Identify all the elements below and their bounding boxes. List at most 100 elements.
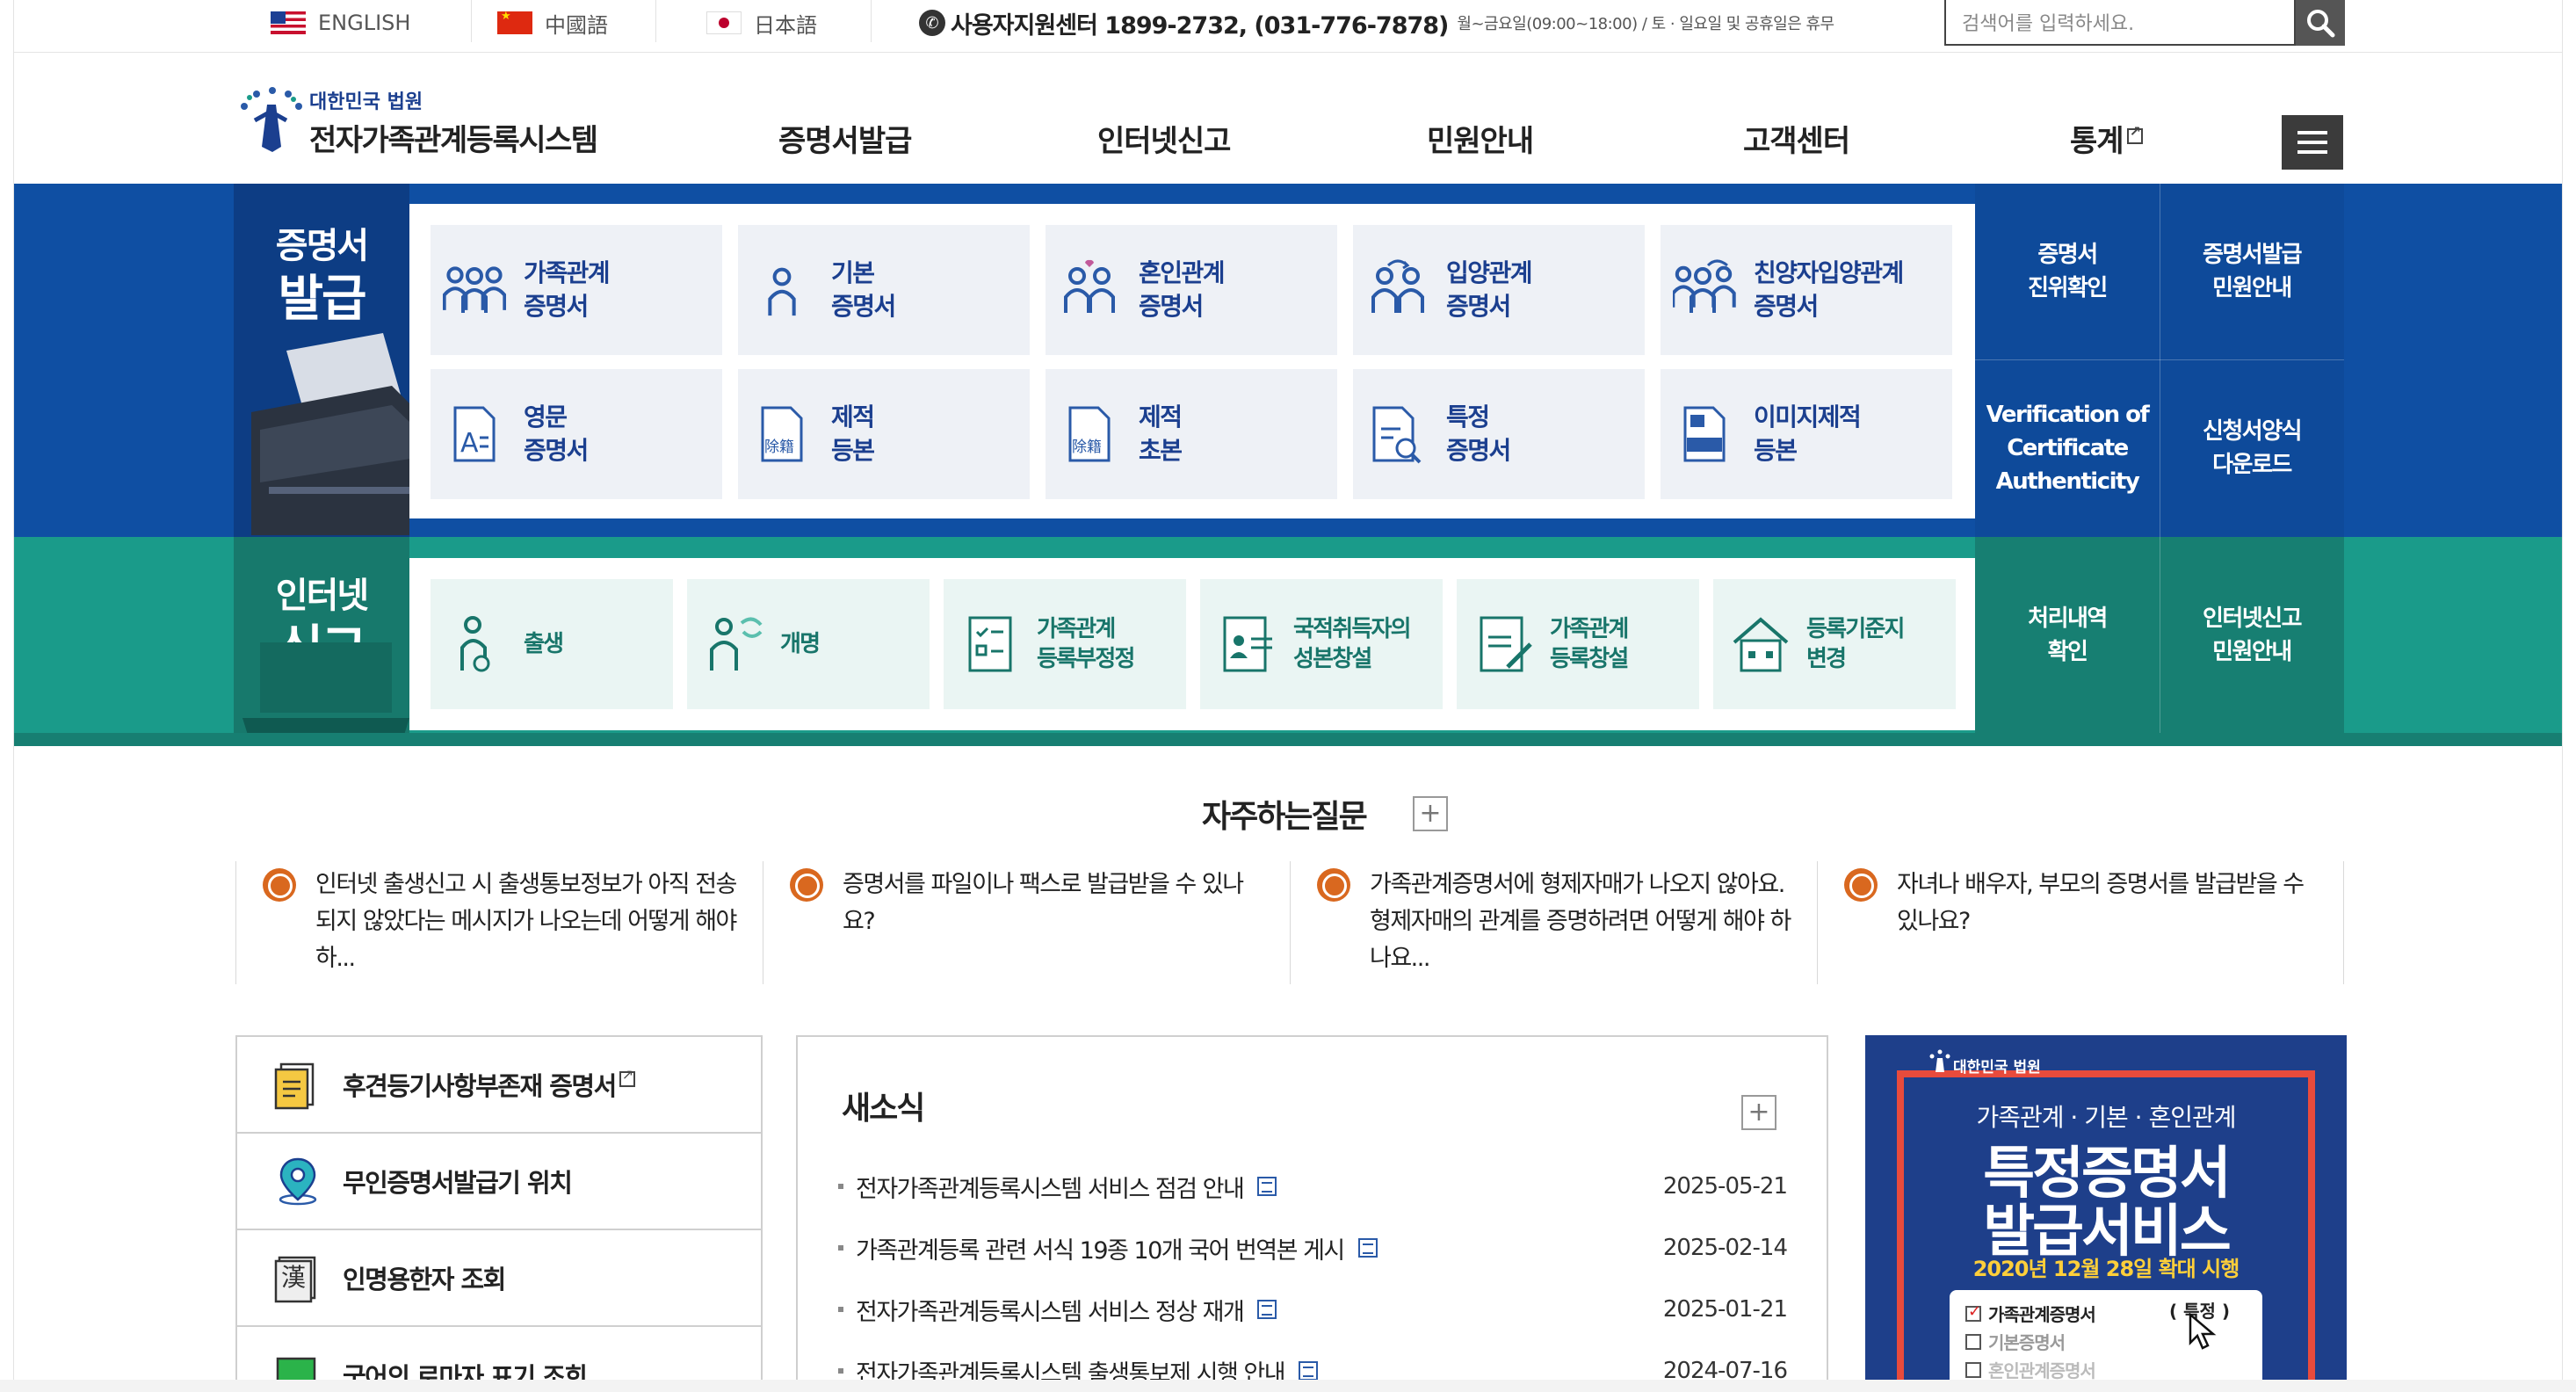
process-history-link[interactable]: 처리내역 확인 [1975, 537, 2160, 733]
quick-links: 후견등기사항부존재 증명서 무인증명서발급기 위치 漢 인명용한자 조회 국어의 [235, 1035, 763, 1380]
faq-question: 인터넷 출생신고 시 출생통보정보가 아직 전송되지 않았다는 메시지가 나오는… [315, 871, 737, 972]
news-item-date: 2025-01-21 [1662, 1296, 1788, 1323]
site-logo[interactable]: 대한민국 법원 전자가족관계등록시스템 [232, 85, 598, 159]
certificate-tile[interactable]: 특정 증명서 [1353, 369, 1645, 499]
news-item[interactable]: 가족관계등록 관련 서식 19종 10개 국어 번역본 게시 2025-02-1… [838, 1230, 1788, 1265]
news-item[interactable]: 전자가족관계등록시스템 서비스 점검 안내 2025-05-21 [838, 1169, 1788, 1204]
faq-more-button[interactable]: + [1413, 796, 1448, 831]
certificate-side-menu: 증명서 진위확인 증명서발급 민원안내 Verification of Cert… [1975, 184, 2344, 537]
location-pin-icon [279, 1157, 317, 1206]
certificate-civil-guide-link[interactable]: 증명서발급 민원안내 [2160, 184, 2344, 359]
certificate-tile-panel: 가족관계 증명서 기본 증명서 혼인관계 증명서 입양관계 증명서 친양자입양관계 증명… [409, 204, 1991, 518]
site-header: 대한민국 법원 전자가족관계등록시스템 증명서발급 인터넷신고 민원안내 고객센… [14, 54, 2562, 184]
quick-link-romanization[interactable]: 국어의 로마자 표기 조회 [237, 1327, 761, 1380]
cursor-icon [2189, 1313, 2217, 1350]
id-card-icon [1223, 616, 1272, 672]
faq-item[interactable]: 인터넷 출생신고 시 출생통보정보가 아직 전송되지 않았다는 메시지가 나오는… [235, 861, 763, 984]
faq-item[interactable]: 자녀나 배우자, 부모의 증명서를 발급받을 수 있나요? [1817, 861, 2344, 984]
lang-japanese[interactable]: 日本語 [706, 7, 817, 39]
banner-row: 가족관계증명서 [1965, 1301, 2096, 1326]
nav-customer-center[interactable]: 고객센터 [1743, 117, 1850, 160]
removed-register-icon: 除籍 [1068, 406, 1111, 462]
certificate-tile[interactable]: 입양관계 증명서 [1353, 225, 1645, 355]
nav-civil-guide[interactable]: 민원안내 [1427, 117, 1534, 160]
nav-internet-report[interactable]: 인터넷신고 [1097, 117, 1231, 160]
full-adoption-icon [1673, 259, 1736, 313]
certificate-tile[interactable]: 가족관계 증명서 [431, 225, 722, 355]
court-logo-icon [232, 85, 309, 159]
special-certificate-banner[interactable]: 대한민국 법원 가족관계 · 기본 · 혼인관계 특정증명서 발급서비스 202… [1865, 1035, 2347, 1380]
register-create-icon [1480, 616, 1532, 672]
search-input[interactable]: 검색어를 입력하세요. [1944, 0, 2296, 46]
news-item[interactable]: 전자가족관계등록시스템 서비스 정상 재개 2025-01-21 [838, 1292, 1788, 1327]
checklist-icon [968, 616, 1012, 672]
verification-english-link[interactable]: Verification of Certificate Authenticity [1975, 359, 2160, 537]
internet-report-tile[interactable]: 출생 [431, 579, 673, 709]
printer-icon [251, 333, 409, 535]
logo-title: 전자가족관계등록시스템 [309, 122, 598, 158]
quick-link-hanja-search[interactable]: 漢 인명용한자 조회 [237, 1230, 761, 1327]
internet-report-tile[interactable]: 가족관계 등록창설 [1457, 579, 1699, 709]
internet-report-section-label: 인터넷 신고 [234, 537, 409, 746]
faq-title: 자주하는질문 [1202, 799, 1368, 835]
page: ENGLISH 中國語 日本語 ✆ 사용자지원센터 1899-2732, (03… [13, 0, 2563, 1380]
nav-certificate-issue[interactable]: 증명서발급 [778, 117, 912, 160]
internet-report-tile[interactable]: 가족관계 등록부정정 [944, 579, 1186, 709]
certificate-tile-label: 영문 증명서 [524, 402, 589, 465]
lang-english[interactable]: ENGLISH [271, 7, 410, 39]
external-link-icon [619, 1066, 635, 1087]
image-register-icon [1683, 406, 1726, 462]
external-link-icon [2126, 123, 2143, 144]
certificate-tile[interactable]: 이미지제적 등본 [1661, 369, 1952, 499]
certificate-tile[interactable]: 除籍 제적 등본 [738, 369, 1030, 499]
internet-report-tile[interactable]: 국적취득자의 성본창설 [1200, 579, 1443, 709]
news-title: 새소식 [842, 1091, 925, 1127]
internet-report-tile[interactable]: 개명 [687, 579, 930, 709]
news-item[interactable]: 전자가족관계등록시스템 출생통보제 시행 안내 2024-07-16 [838, 1353, 1788, 1380]
internet-report-tile-label: 가족관계 등록창설 [1550, 616, 1629, 672]
news-more-button[interactable]: + [1741, 1095, 1776, 1130]
nav-statistics[interactable]: 통계 [2070, 117, 2143, 160]
document-icon [1357, 1238, 1378, 1258]
faq-item[interactable]: 증명서를 파일이나 팩스로 발급받을 수 있나요? [763, 861, 1290, 984]
banner-row: 혼인관계증명서 [1965, 1357, 2096, 1380]
certificate-tile-label: 혼인관계 증명서 [1139, 258, 1226, 321]
quick-link-kiosk-location[interactable]: 무인증명서발급기 위치 [237, 1134, 761, 1230]
menu-button[interactable] [2282, 115, 2343, 170]
certificate-verify-link[interactable]: 증명서 진위확인 [1975, 184, 2160, 359]
certificate-tile[interactable]: 기본 증명서 [738, 225, 1030, 355]
certificate-tile-label: 특정 증명서 [1446, 402, 1511, 465]
question-icon [790, 868, 823, 902]
lang-chinese[interactable]: 中國語 [497, 7, 608, 39]
quick-link-guardianship[interactable]: 후견등기사항부존재 증명서 [237, 1037, 761, 1134]
house-icon [1733, 617, 1789, 672]
divider [871, 0, 872, 42]
banner-date: 2020년 12월 28일 확대 시행 [1972, 1257, 2240, 1281]
lang-japanese-label: 日本語 [754, 12, 817, 38]
search-placeholder: 검색어를 입력하세요. [1962, 13, 2135, 35]
certificate-tile[interactable]: 혼인관계 증명서 [1046, 225, 1337, 355]
support-hours: 월~금요일(09:00~18:00) / 토 · 일요일 및 공휴일은 휴무 [1457, 15, 1834, 33]
internet-report-section: 인터넷 신고 출생 개명 가족관계 등록부정정 국적취득자의 성본창설 가족관계 등록창… [14, 537, 2562, 746]
news-item-title: 가족관계등록 관련 서식 19종 10개 국어 번역본 게시 [856, 1236, 1345, 1265]
internet-report-tile[interactable]: 등록기준지 변경 [1713, 579, 1956, 709]
certificate-tile[interactable]: 친양자입양관계 증명서 [1661, 225, 1952, 355]
support-center-phone: 사용자지원센터 1899-2732, (031-776-7878) [951, 11, 1449, 40]
certificate-section: 증명서 발급 가족관계 증명서 기본 증명서 혼인관계 증명서 입양관계 증명서 친양자… [14, 184, 2562, 537]
certificate-tile[interactable]: 除籍 제적 초본 [1046, 369, 1337, 499]
support-center: ✆ 사용자지원센터 1899-2732, (031-776-7878) 월~금요… [919, 7, 1834, 40]
svg-text:A: A [460, 428, 479, 459]
form-download-link[interactable]: 신청서양식 다운로드 [2160, 359, 2344, 537]
couple-heart-icon [1064, 259, 1115, 313]
document-icon [274, 1062, 315, 1110]
faq-item[interactable]: 가족관계증명서에 형제자매가 나오지 않아요. 형제자매의 관계를 증명하려면 … [1290, 861, 1817, 984]
svg-text:除籍: 除籍 [764, 439, 794, 456]
certificate-tile[interactable]: A 영문 증명서 [431, 369, 722, 499]
search-icon [2307, 10, 2335, 38]
faq-question: 증명서를 파일이나 팩스로 발급받을 수 있나요? [843, 871, 1244, 935]
banner-card: 가족관계증명서 기본증명서 혼인관계증명서 ( 특정 ) [1950, 1290, 2262, 1380]
internet-report-guide-link[interactable]: 인터넷신고 민원안내 [2160, 537, 2344, 733]
logo-subtitle: 대한민국 법원 [309, 91, 423, 113]
search-button[interactable] [2296, 0, 2345, 46]
certificate-tile-label: 기본 증명서 [831, 258, 896, 321]
